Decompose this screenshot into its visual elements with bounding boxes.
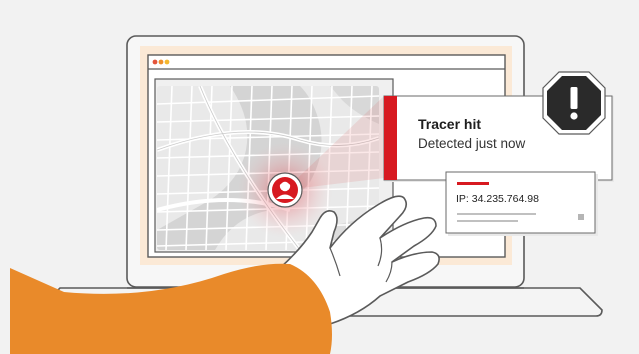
- window-dot-red[interactable]: [152, 59, 158, 65]
- exclamation-icon: [542, 71, 606, 135]
- illustration-canvas: Tracer hit Detected just now IP: 34.235.…: [0, 0, 639, 354]
- alert-subtitle: Detected just now: [418, 136, 526, 151]
- illustration: [0, 0, 639, 354]
- alert-title: Tracer hit: [418, 116, 482, 132]
- ip-card-square: [578, 214, 584, 220]
- window-dot-yellow[interactable]: [164, 59, 170, 65]
- ip-card-accent: [457, 182, 489, 185]
- alert-accent-bar: [384, 96, 397, 180]
- ip-address-label: IP: 34.235.764.98: [456, 193, 539, 205]
- person-avatar-icon[interactable]: [267, 172, 303, 208]
- window-dot-orange[interactable]: [158, 59, 164, 65]
